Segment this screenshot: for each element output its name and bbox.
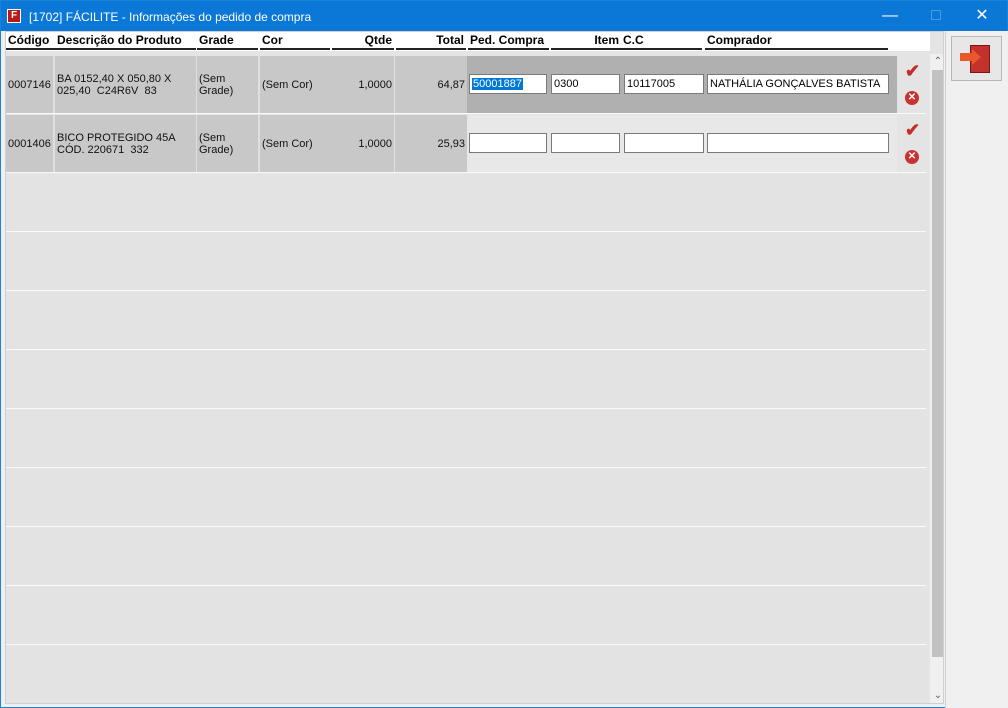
table-row[interactable]: 0001406 BICO PROTEGIDO 45A CÓD. 220671 3… [6,115,926,173]
pedido-compra-field[interactable] [469,133,547,153]
empty-row [6,646,926,703]
descricao-cell: BICO PROTEGIDO 45A CÓD. 220671 332 [55,115,196,172]
scroll-down-icon[interactable]: ⌄ [930,688,943,703]
cc-field[interactable] [624,133,704,153]
empty-row [6,410,926,468]
empty-row [6,233,926,291]
header-qtde: Qtde [332,32,394,50]
side-panel [945,31,1008,708]
total-cell: 64,87 [395,56,467,113]
row-actions: ✔ ✕ [897,56,926,113]
cor-cell: (Sem Cor) [260,56,332,113]
total-cell: 25,93 [395,115,467,172]
header-total: Total [396,32,466,50]
table-row[interactable]: 0007146 BA 0152,40 X 050,80 X 025,40 C24… [6,56,926,114]
empty-row [6,174,926,232]
header-pedido: Ped. Compra [468,32,549,50]
scroll-up-icon[interactable]: ⌃ [930,54,943,70]
purchase-order-editor: 50001887 0300 10117005 NATHÁLIA GONÇALVE… [467,56,897,113]
title-bar[interactable]: F [1702] FÁCILITE - Informações do pedid… [1,1,1007,31]
header-grade: Grade [197,32,258,50]
maximize-button[interactable]: □ [913,1,959,31]
cor-cell: (Sem Cor) [260,115,332,172]
window-title: [1702] FÁCILITE - Informações do pedido … [29,10,312,24]
codigo-cell: 0007146 [6,56,53,113]
empty-row [6,351,926,409]
row-actions: ✔ ✕ [897,115,926,172]
header-cc: C.C [621,32,702,50]
qtde-cell: 1,0000 [332,56,394,113]
grade-cell: (Sem Grade) [197,56,258,113]
header-cor: Cor [260,32,330,50]
cancel-icon[interactable]: ✕ [905,150,919,164]
item-field[interactable]: 0300 [551,74,620,94]
empty-row [6,528,926,586]
header-item: Item [551,32,621,50]
app-icon: F [7,9,21,23]
header-descricao: Descrição do Produto [55,32,196,50]
order-items-grid: Código Descrição do Produto Grade Cor Qt… [5,31,944,704]
minimize-button[interactable]: — [867,1,913,31]
pedido-compra-field[interactable]: 50001887 [469,74,547,94]
comprador-field[interactable] [707,133,889,153]
item-field[interactable] [551,133,620,153]
grade-cell: (Sem Grade) [197,115,258,172]
header-codigo: Código [6,32,55,50]
comprador-field[interactable]: NATHÁLIA GONÇALVES BATISTA [707,74,889,94]
codigo-cell: 0001406 [6,115,53,172]
cc-field[interactable]: 10117005 [624,74,704,94]
scroll-thumb[interactable] [932,70,943,657]
qtde-cell: 1,0000 [332,115,394,172]
purchase-order-window: F [1702] FÁCILITE - Informações do pedid… [0,0,1008,708]
exit-button[interactable] [951,36,1002,81]
purchase-order-editor [467,115,897,172]
close-button[interactable]: ✕ [959,1,1005,31]
confirm-icon[interactable]: ✔ [905,61,920,82]
confirm-icon[interactable]: ✔ [905,120,920,141]
empty-row [6,292,926,350]
grid-header: Código Descrição do Produto Grade Cor Qt… [6,32,930,51]
empty-row [6,587,926,645]
header-comprador: Comprador [705,32,888,50]
exit-arrowhead-icon [972,49,981,65]
empty-row [6,469,926,527]
descricao-cell: BA 0152,40 X 050,80 X 025,40 C24R6V 83 [55,56,196,113]
vertical-scrollbar[interactable]: ⌃ ⌄ [930,54,943,703]
selected-pedido-text: 50001887 [472,78,523,90]
cancel-icon[interactable]: ✕ [905,91,919,105]
